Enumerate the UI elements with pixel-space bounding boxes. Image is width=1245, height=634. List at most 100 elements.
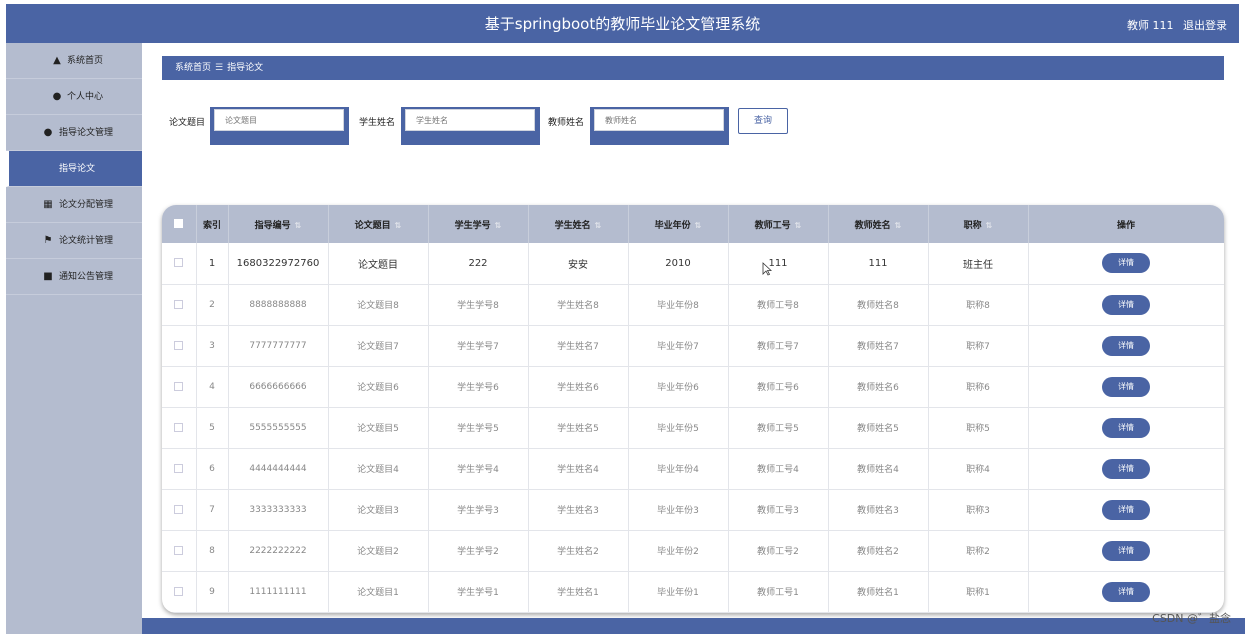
cell-title: 职称1 [928,571,1029,613]
sort-icon: ⇅ [985,220,993,230]
col-header-index: 索引 [196,205,229,243]
cell-guide-no: 6666666666 [228,366,329,408]
col-header-student-no[interactable]: 学生学号 ⇅ [428,205,529,243]
cell-teacher-no: 教师工号2 [728,530,829,572]
sidebar-item-assign-mgmt[interactable]: ▦ 论文分配管理 [6,187,142,223]
detail-button[interactable]: 详情 [1102,540,1150,561]
row-checkbox[interactable] [174,258,184,268]
detail-button[interactable]: 详情 [1102,294,1150,315]
sidebar-item-home[interactable]: ▲ 系统首页 [6,43,142,79]
cell-paper-title: 论文题目6 [328,366,429,408]
select-all-checkbox[interactable] [174,219,184,228]
sort-icon: ⇅ [394,220,402,230]
cell-teacher-no: 教师工号1 [728,571,829,613]
sidebar-item-label: 通知公告管理 [59,272,114,282]
detail-button[interactable]: 详情 [1102,253,1150,274]
row-select-cell [162,284,197,326]
sidebar-item-guide-paper[interactable]: 指导论文 [6,151,142,187]
col-header-label: 教师工号 [754,220,791,231]
cell-actions: 详情 [1028,325,1224,367]
cell-teacher-name: 教师姓名1 [828,571,929,613]
student-filter-input[interactable] [405,109,535,131]
col-header-grad-year[interactable]: 毕业年份 ⇅ [628,205,729,243]
cell-grad-year: 毕业年份6 [628,366,729,408]
cell-index: 1 [196,243,229,285]
cell-student-no: 学生学号8 [428,284,529,326]
cell-teacher-name: 111 [828,243,929,285]
query-button[interactable]: 查询 [738,108,788,134]
cell-title: 职称6 [928,366,1029,408]
table-row: 9 1111111111 论文题目1 学生学号1 学生姓名1 毕业年份1 教师工号1 教师姓名… [162,571,1224,613]
title-filter-box [210,107,349,145]
row-select-cell [162,366,197,408]
cell-guide-no: 4444444444 [228,448,329,490]
detail-button[interactable]: 详情 [1102,335,1150,356]
col-header-paper-title[interactable]: 论文题目 ⇅ [328,205,429,243]
col-header-teacher-name[interactable]: 教师姓名 ⇅ [828,205,929,243]
student-filter-box [401,107,540,145]
cell-student-no: 学生学号1 [428,571,529,613]
table-row: 1 1680322972760 论文题目 222 安安 2010 111 111 班主任 详情 [162,243,1224,285]
data-table: 索引 指导编号 ⇅ 论文题目 ⇅ 学生学号 ⇅ 学生姓名 ⇅ 毕业年份 ⇅ 教师工号 ⇅ 教… [162,205,1224,613]
watermark: CSDN @゛盐念 [1152,612,1231,625]
cell-actions: 详情 [1028,530,1224,572]
sidebar-item-label: 指导论文管理 [59,128,114,138]
detail-button[interactable]: 详情 [1102,581,1150,602]
cell-grad-year: 毕业年份5 [628,407,729,449]
row-checkbox[interactable] [174,340,184,350]
sidebar-item-stats-mgmt[interactable]: ⚑ 论文统计管理 [6,223,142,259]
cell-paper-title: 论文题目3 [328,489,429,531]
detail-button[interactable]: 详情 [1102,499,1150,520]
logout-link[interactable]: 退出登录 [1183,19,1227,32]
sort-icon: ⇅ [294,220,302,230]
sort-icon: ⇅ [694,220,702,230]
top-header: 基于springboot的教师毕业论文管理系统 教师 111 退出登录 [6,4,1239,43]
row-checkbox[interactable] [174,422,184,432]
detail-button[interactable]: 详情 [1102,458,1150,479]
row-checkbox[interactable] [174,299,184,309]
cell-index: 3 [196,325,229,367]
cell-grad-year: 毕业年份8 [628,284,729,326]
cell-guide-no: 2222222222 [228,530,329,572]
col-header-guide-no[interactable]: 指导编号 ⇅ [228,205,329,243]
detail-button[interactable]: 详情 [1102,417,1150,438]
row-checkbox[interactable] [174,545,184,555]
col-header-title[interactable]: 职称 ⇅ [928,205,1029,243]
detail-button[interactable]: 详情 [1102,376,1150,397]
cell-title: 职称4 [928,448,1029,490]
cell-student-name: 学生姓名8 [528,284,629,326]
col-header-label: 职称 [963,220,982,231]
student-filter-label: 学生姓名 [359,118,396,128]
teacher-filter-input[interactable] [594,109,724,131]
breadcrumb-current: 指导论文 [227,63,264,73]
cell-student-no: 学生学号4 [428,448,529,490]
sidebar-item-label: 指导论文 [59,164,96,174]
col-header-teacher-no[interactable]: 教师工号 ⇅ [728,205,829,243]
row-select-cell [162,325,197,367]
cell-title: 职称8 [928,284,1029,326]
col-header-student-name[interactable]: 学生姓名 ⇅ [528,205,629,243]
app-title: 基于springboot的教师毕业论文管理系统 [484,15,761,33]
row-checkbox[interactable] [174,504,184,514]
title-filter-input[interactable] [214,109,344,131]
cell-grad-year: 毕业年份2 [628,530,729,572]
cell-student-no: 学生学号2 [428,530,529,572]
cell-student-name: 安安 [528,243,629,285]
row-checkbox[interactable] [174,381,184,391]
cell-grad-year: 毕业年份3 [628,489,729,531]
cell-guide-no: 3333333333 [228,489,329,531]
cell-grad-year: 毕业年份1 [628,571,729,613]
cell-teacher-no: 教师工号6 [728,366,829,408]
sidebar-item-profile[interactable]: ● 个人中心 [6,79,142,115]
teacher-filter-label: 教师姓名 [548,118,585,128]
sidebar-item-guide-mgmt[interactable]: ● 指导论文管理 [6,115,142,151]
cell-index: 9 [196,571,229,613]
cell-index: 6 [196,448,229,490]
row-checkbox[interactable] [174,586,184,596]
cell-index: 2 [196,284,229,326]
row-checkbox[interactable] [174,463,184,473]
breadcrumb-home[interactable]: 系统首页 [175,63,211,73]
row-select-cell [162,407,197,449]
breadcrumb: 系统首页 ☰ 指导论文 [162,56,1224,80]
sidebar-item-notice-mgmt[interactable]: ■ 通知公告管理 [6,259,142,295]
